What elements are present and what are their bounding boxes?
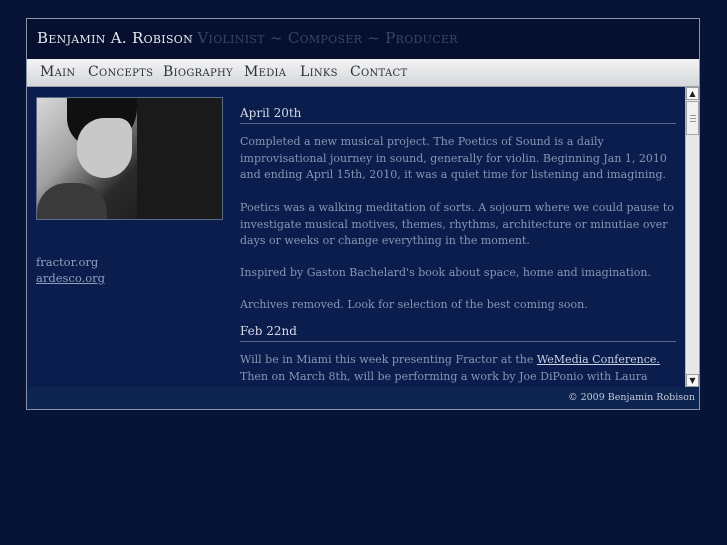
sidebar-link-ardesco[interactable]: ardesco.org (36, 271, 105, 285)
scroll-up-button[interactable]: ▲ (686, 87, 699, 100)
nav-item-media[interactable]: Media (244, 64, 286, 80)
nav-item-main[interactable]: Main (40, 64, 75, 80)
page-frame: Benjamin A. Robison : Violinist ~ Compos… (26, 18, 700, 410)
arrow-up-icon: ▲ (689, 89, 696, 98)
content-area: fractor.org ardesco.org April 20th Compl… (27, 87, 699, 387)
post-paragraph: Inspired by Gaston Bachelard's book abou… (240, 266, 652, 279)
nav-item-links[interactable]: Links (300, 64, 338, 80)
artist-photo (36, 97, 223, 220)
sidebar-link-fractor[interactable]: fractor.org (36, 255, 98, 269)
page-footer: © 2009 Benjamin Robison (27, 387, 699, 409)
nav-item-concepts[interactable]: Concepts (88, 64, 153, 80)
scroll-down-button[interactable]: ▼ (686, 374, 699, 387)
post-paragraph: Will be in Miami this week presenting Fr… (240, 352, 677, 387)
main-nav: Main Concepts Biography Media Links Cont… (27, 59, 699, 87)
nav-item-contact[interactable]: Contact (350, 64, 407, 80)
site-name[interactable]: Benjamin A. Robison (37, 29, 193, 47)
content-scrollbar[interactable]: ▲ ▼ (685, 87, 699, 387)
post-paragraph: Archives removed. Look for selection of … (240, 298, 588, 311)
post-paragraph: Poetics was a walking meditation of sort… (240, 201, 674, 247)
copyright-text: © 2009 Benjamin Robison (568, 392, 695, 403)
scroll-thumb[interactable] (686, 101, 699, 135)
news-posts: April 20th Completed a new musical proje… (240, 87, 677, 387)
post-text: Will be in Miami this week presenting Fr… (240, 353, 537, 366)
site-tagline: : Violinist ~ Composer ~ Producer (187, 29, 458, 47)
arrow-down-icon: ▼ (689, 376, 696, 385)
nav-item-biography[interactable]: Biography (163, 64, 233, 80)
site-header: Benjamin A. Robison : Violinist ~ Compos… (27, 19, 699, 59)
post-text: Then on March 8th, will be performing a … (240, 369, 648, 388)
post-paragraph: Completed a new musical project. The Poe… (240, 135, 667, 181)
post-title: April 20th (240, 106, 676, 124)
post-title: Feb 22nd (240, 324, 676, 342)
wemedia-conference-link[interactable]: WeMedia Conference. (537, 353, 660, 366)
